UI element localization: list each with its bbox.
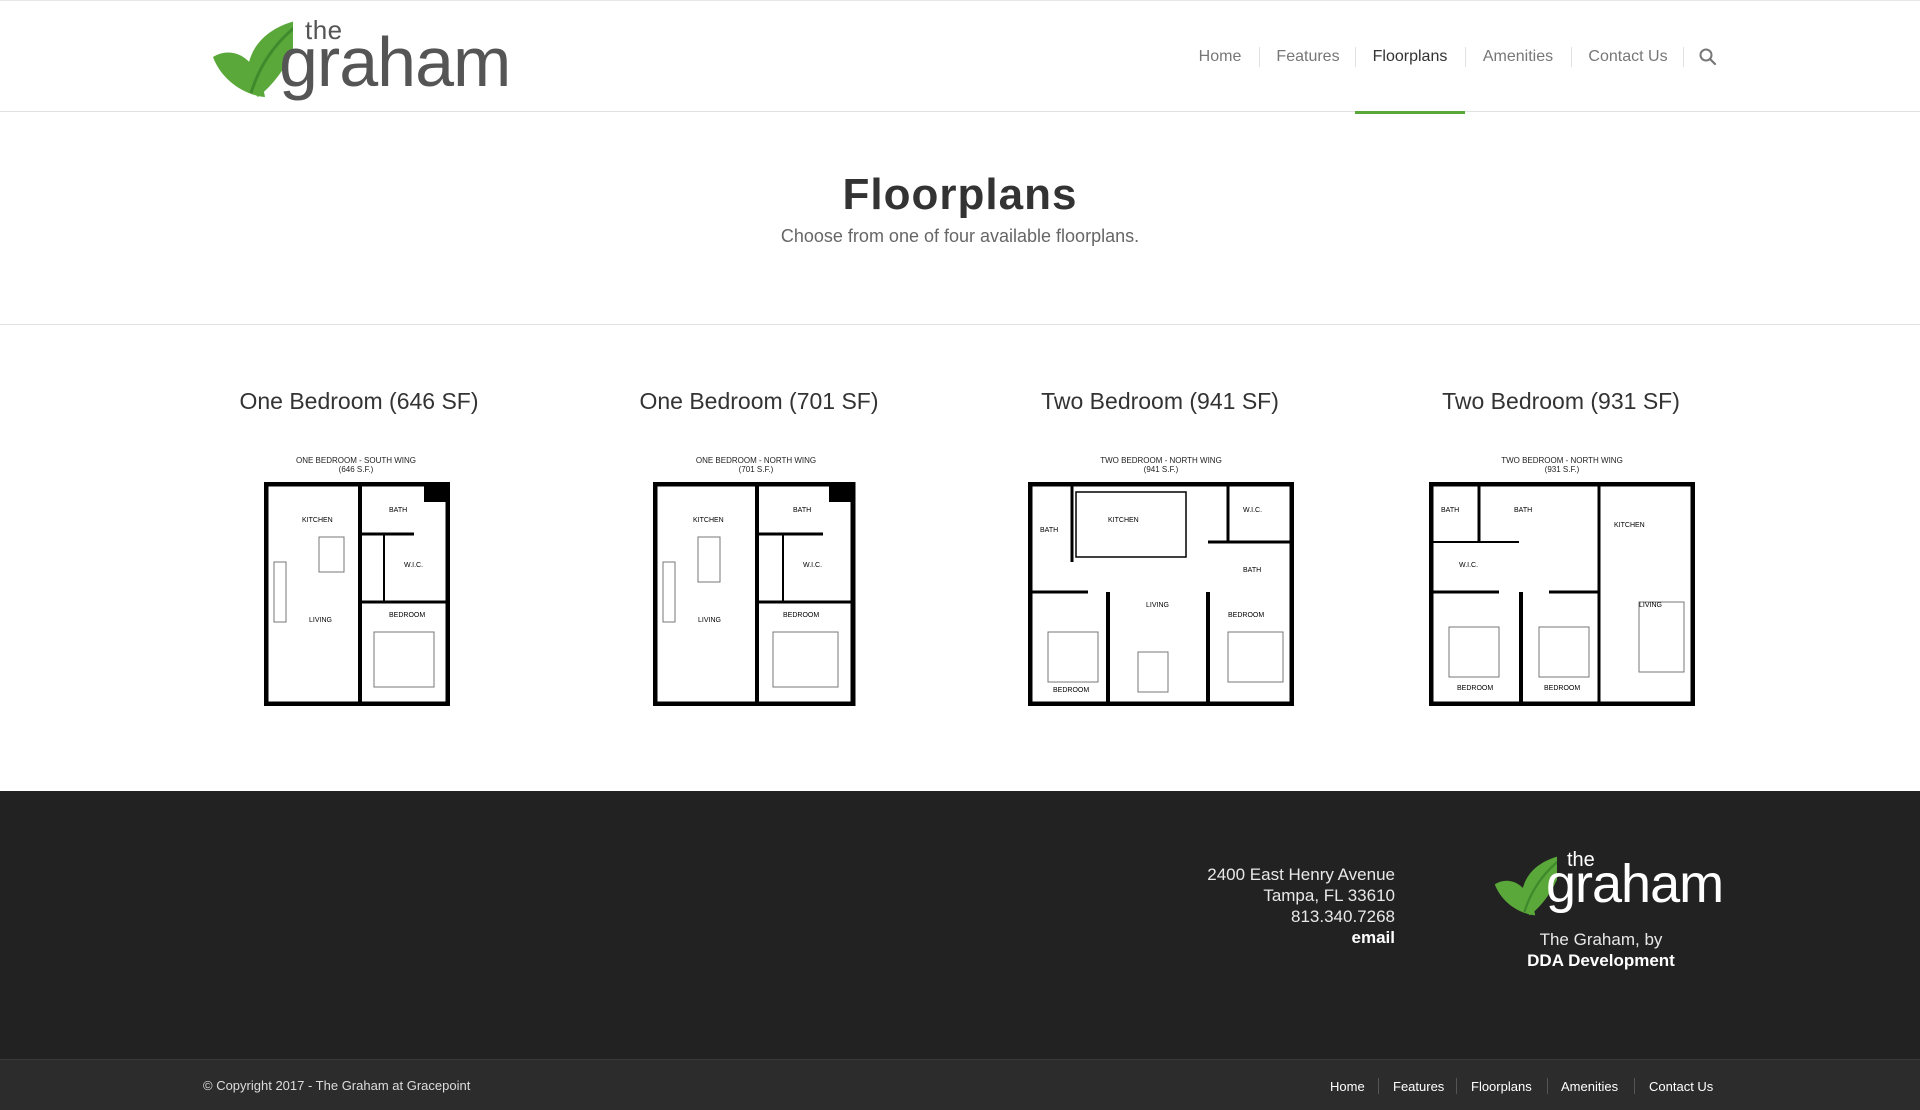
site-footer: 2400 East Henry Avenue Tampa, FL 33610 8…: [0, 791, 1920, 1059]
phone-number[interactable]: 813.340.7268: [1207, 906, 1395, 927]
svg-text:W.I.C.: W.I.C.: [404, 562, 423, 569]
nav-divider: [1465, 47, 1466, 67]
footer-logo-word: graham: [1546, 854, 1724, 914]
floorplan-title: Two Bedroom (931 SF): [1442, 388, 1680, 414]
svg-text:KITCHEN: KITCHEN: [1614, 522, 1645, 529]
address-line2: Tampa, FL 33610: [1263, 886, 1395, 905]
nav-home[interactable]: Home: [1196, 1, 1244, 113]
floorplan-caption-size: (646 S.F.): [338, 465, 374, 474]
nav-divider: [1571, 47, 1572, 67]
svg-text:KITCHEN: KITCHEN: [693, 517, 724, 524]
footer-nav-divider: [1378, 1078, 1379, 1094]
footer-nav-home[interactable]: Home: [1330, 1079, 1365, 1094]
svg-text:BEDROOM: BEDROOM: [783, 612, 819, 619]
site-logo[interactable]: the graham: [203, 15, 513, 103]
floorplan-caption-size: (701 S.F.): [738, 465, 774, 474]
page-title-band: Floorplans Choose from one of four avail…: [0, 112, 1920, 325]
floorplan-title: One Bedroom (701 SF): [639, 388, 879, 414]
developer-link[interactable]: DDA Development: [1527, 951, 1675, 970]
nav-floorplans[interactable]: Floorplans: [1355, 1, 1465, 114]
footer-nav-divider: [1547, 1078, 1548, 1094]
footer-nav-contact-us[interactable]: Contact Us: [1649, 1079, 1713, 1094]
floorplan-title: One Bedroom (646 SF): [239, 388, 479, 414]
floorplan-image-1[interactable]: ONE BEDROOM - SOUTH WING (646 S.F.) KITC…: [256, 454, 456, 706]
footer-address: 2400 East Henry Avenue Tampa, FL 33610 8…: [1207, 864, 1395, 948]
email-link[interactable]: email: [1207, 927, 1395, 948]
floorplan-caption-size: (941 S.F.): [1143, 465, 1179, 474]
footer-bottom-bar: © Copyright 2017 - The Graham at Gracepo…: [0, 1059, 1920, 1110]
svg-text:LIVING: LIVING: [1146, 602, 1169, 609]
svg-text:BATH: BATH: [389, 507, 407, 514]
svg-text:BEDROOM: BEDROOM: [1053, 687, 1089, 694]
floorplan-title: Two Bedroom (941 SF): [1041, 388, 1279, 414]
svg-text:BATH: BATH: [1243, 567, 1261, 574]
nav-contact-us[interactable]: Contact Us: [1582, 1, 1674, 113]
footer-nav-divider: [1634, 1078, 1635, 1094]
logo-word: graham: [279, 23, 511, 101]
svg-text:W.I.C.: W.I.C.: [1459, 562, 1478, 569]
svg-text:LIVING: LIVING: [1639, 602, 1662, 609]
svg-text:BATH: BATH: [1441, 507, 1459, 514]
floorplan-image-2[interactable]: ONE BEDROOM - NORTH WING (701 S.F.) KITC…: [645, 454, 867, 706]
svg-text:W.I.C.: W.I.C.: [803, 562, 822, 569]
floorplan-drawing: BATH BATH KITCHEN W.I.C. LIVING BEDROOM …: [1429, 482, 1695, 706]
footer-logo[interactable]: the graham: [1487, 849, 1724, 916]
page-subtitle: Choose from one of four available floorp…: [780, 226, 1140, 246]
footer-nav-floorplans[interactable]: Floorplans: [1471, 1079, 1532, 1094]
nav-features[interactable]: Features: [1274, 1, 1342, 113]
svg-text:BATH: BATH: [793, 507, 811, 514]
site-header: the graham Home Features Floorplans Amen…: [0, 0, 1920, 114]
floorplan-image-3[interactable]: TWO BEDROOM - NORTH WING (941 S.F.) BATH…: [1026, 454, 1296, 706]
svg-text:BATH: BATH: [1040, 527, 1058, 534]
svg-text:BEDROOM: BEDROOM: [1228, 612, 1264, 619]
floorplan-drawing: KITCHEN BATH W.I.C. LIVING BEDROOM: [264, 482, 450, 706]
nav-amenities[interactable]: Amenities: [1478, 1, 1558, 113]
tagline-text: The Graham, by: [1539, 930, 1663, 949]
svg-text:BEDROOM: BEDROOM: [389, 612, 425, 619]
floorplan-card: One Bedroom (646 SF): [159, 388, 559, 415]
nav-divider: [1259, 47, 1260, 67]
floorplan-drawing: BATH KITCHEN W.I.C. BATH LIVING BEDROOM …: [1028, 482, 1294, 706]
footer-nav-features[interactable]: Features: [1393, 1079, 1444, 1094]
svg-text:LIVING: LIVING: [309, 617, 332, 624]
footer-nav-divider: [1456, 1078, 1457, 1094]
floorplan-caption-size: (931 S.F.): [1544, 465, 1580, 474]
floorplan-image-4[interactable]: TWO BEDROOM - NORTH WING (931 S.F.) BATH…: [1427, 454, 1697, 706]
nav-divider: [1683, 47, 1684, 67]
svg-text:BATH: BATH: [1514, 507, 1532, 514]
floorplan-card: Two Bedroom (931 SF): [1361, 388, 1761, 415]
footer-tagline: The Graham, by DDA Development: [1470, 929, 1732, 971]
svg-text:BEDROOM: BEDROOM: [1544, 685, 1580, 692]
floorplan-card: Two Bedroom (941 SF): [960, 388, 1360, 415]
search-icon[interactable]: [1698, 47, 1718, 67]
svg-text:KITCHEN: KITCHEN: [1108, 517, 1139, 524]
address-line1: 2400 East Henry Avenue: [1207, 865, 1395, 884]
svg-text:W.I.C.: W.I.C.: [1243, 507, 1262, 514]
svg-text:BEDROOM: BEDROOM: [1457, 685, 1493, 692]
footer-nav-amenities[interactable]: Amenities: [1561, 1079, 1618, 1094]
copyright-text: © Copyright 2017 - The Graham at Gracepo…: [203, 1078, 471, 1093]
floorplan-card: One Bedroom (701 SF): [559, 388, 959, 415]
floorplan-drawing: KITCHEN BATH W.I.C. LIVING BEDROOM: [653, 482, 856, 706]
svg-text:KITCHEN: KITCHEN: [302, 517, 333, 524]
svg-text:LIVING: LIVING: [698, 617, 721, 624]
page-title: Floorplans: [842, 170, 1078, 219]
